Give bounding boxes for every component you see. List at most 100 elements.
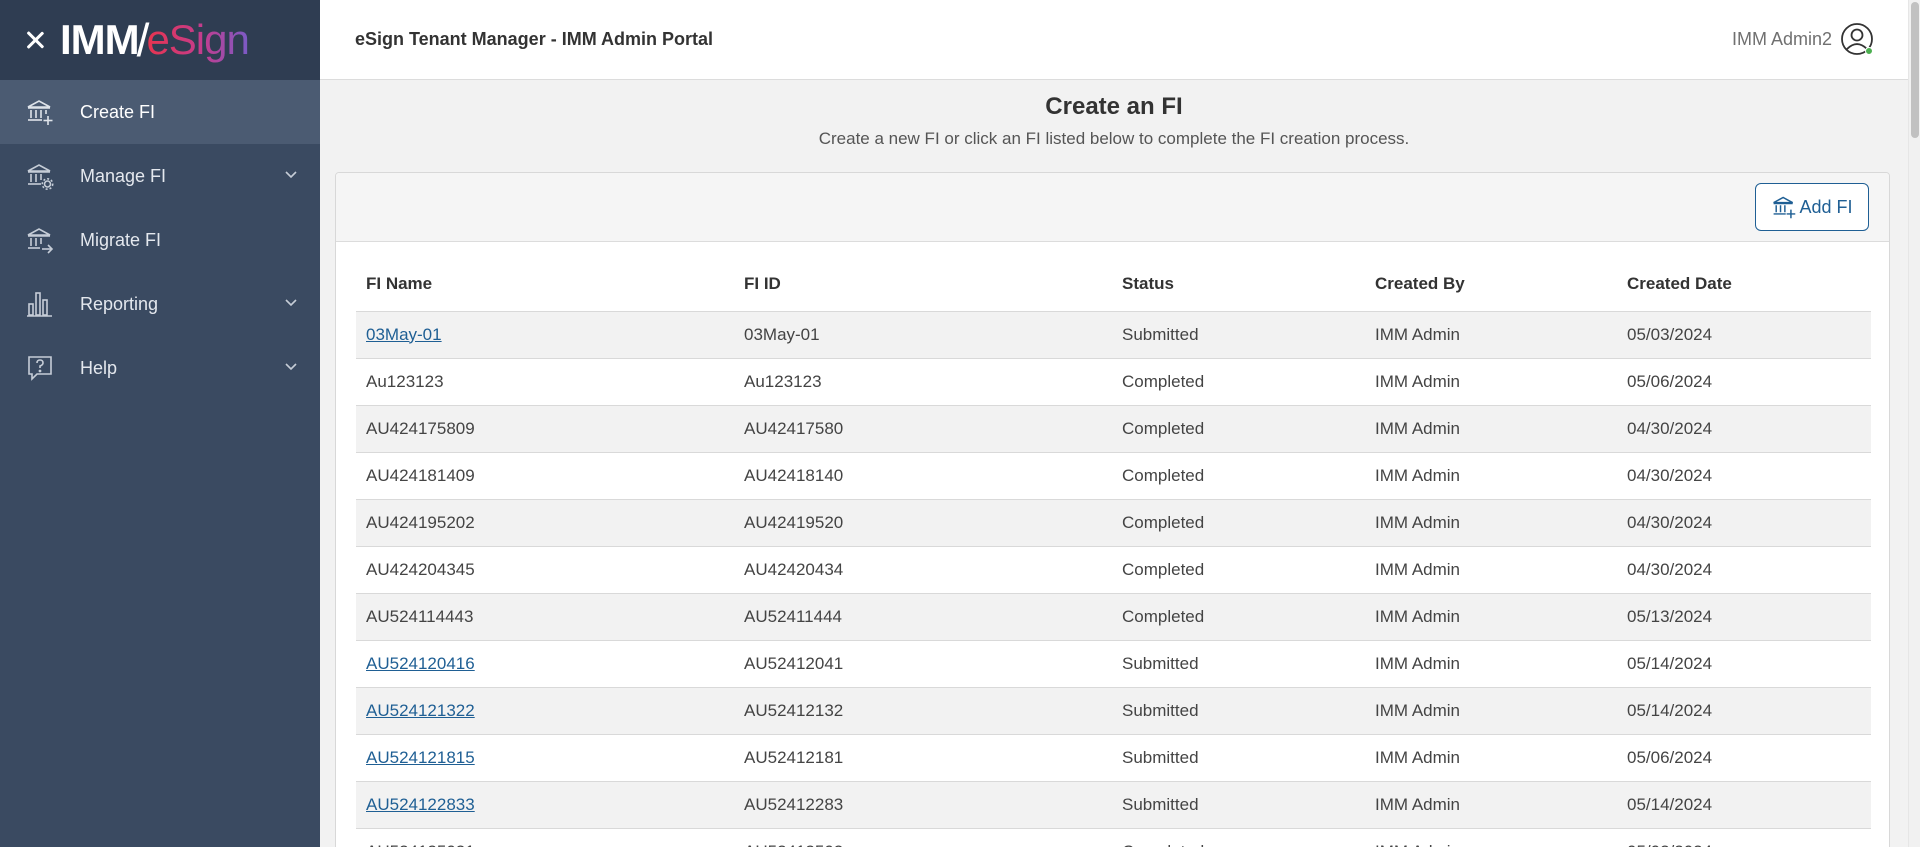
fi-name-cell: AU424195202	[356, 499, 734, 547]
column-header-created-date[interactable]: Created Date	[1617, 257, 1871, 312]
created-by-cell: IMM Admin	[1365, 593, 1617, 641]
created-date-cell: 05/06/2024	[1617, 358, 1871, 406]
sidebar-item-label: Reporting	[80, 293, 159, 314]
status-cell: Completed	[1112, 593, 1365, 641]
fi-name-cell: Au123123	[356, 358, 734, 406]
fi-id-cell: AU42417580	[734, 405, 1112, 453]
sidebar-item-label: Help	[80, 357, 118, 378]
chevron-down-icon	[285, 363, 297, 371]
created-by-cell: IMM Admin	[1365, 687, 1617, 735]
status-cell: Submitted	[1112, 687, 1365, 735]
status-cell: Completed	[1112, 358, 1365, 406]
bar-chart-icon	[24, 288, 56, 320]
sidebar-item-migrate-fi[interactable]: Migrate FI	[0, 208, 320, 272]
column-header-created-by[interactable]: Created By	[1365, 257, 1617, 312]
fi-id-cell: AU42418140	[734, 452, 1112, 500]
created-date-cell: 04/30/2024	[1617, 546, 1871, 594]
user-avatar-icon	[1840, 22, 1874, 56]
fi-list-card: Add FI FI Name FI ID Status Created By C…	[335, 172, 1890, 847]
table-row: AU524125021AU52412502CompletedIMM Admin0…	[356, 828, 1871, 847]
status-cell: Completed	[1112, 828, 1365, 847]
status-cell: Submitted	[1112, 734, 1365, 782]
fi-id-cell: AU52412283	[734, 781, 1112, 829]
created-by-cell: IMM Admin	[1365, 358, 1617, 406]
created-by-cell: IMM Admin	[1365, 311, 1617, 359]
online-status-dot	[1865, 47, 1873, 55]
status-cell: Submitted	[1112, 311, 1365, 359]
status-cell: Completed	[1112, 546, 1365, 594]
fi-name-cell: AU524114443	[356, 593, 734, 641]
created-by-cell: IMM Admin	[1365, 546, 1617, 594]
column-header-fi-name[interactable]: FI Name	[356, 257, 734, 312]
fi-name-cell: AU524122833	[356, 781, 734, 829]
column-header-fi-id[interactable]: FI ID	[734, 257, 1112, 312]
sidebar-item-create-fi[interactable]: Create FI	[0, 80, 320, 144]
scrollbar-thumb[interactable]	[1911, 2, 1919, 138]
column-header-status[interactable]: Status	[1112, 257, 1365, 312]
created-date-cell: 05/06/2024	[1617, 734, 1871, 782]
chevron-down-icon	[285, 171, 297, 179]
created-by-cell: IMM Admin	[1365, 734, 1617, 782]
top-header: eSign Tenant Manager - IMM Admin Portal …	[320, 0, 1908, 80]
fi-id-cell: AU52412041	[734, 640, 1112, 688]
fi-name-link[interactable]: 03May-01	[366, 325, 442, 344]
add-fi-label: Add FI	[1799, 196, 1853, 217]
status-cell: Submitted	[1112, 640, 1365, 688]
bank-gear-icon	[24, 160, 56, 192]
sidebar-header: IMM / eSign	[0, 0, 320, 80]
table-row: AU524114443 AU52411444 Completed IMM Admin 0…	[356, 593, 1871, 641]
sidebar-item-reporting[interactable]: Reporting	[0, 272, 320, 336]
table-row: AU524122833 AU52412283 Submitted IMM Admin 0…	[356, 781, 1871, 829]
fi-name-link[interactable]: AU524121815	[366, 748, 475, 767]
bank-arrow-icon	[24, 224, 56, 256]
table-row: Au123123 Au123123 Completed IMM Admin 05/06/…	[356, 358, 1871, 406]
table-row: AU424195202 AU42419520 Completed IMM Admin 0…	[356, 499, 1871, 547]
fi-name-cell: AU524121815	[356, 734, 734, 782]
fi-name-cell: AU424175809	[356, 405, 734, 453]
created-by-cell: IMM Admin	[1365, 781, 1617, 829]
created-by-cell: IMM Admin	[1365, 828, 1617, 847]
fi-id-cell: AU52412502	[734, 828, 1112, 847]
chevron-down-icon	[285, 299, 297, 307]
close-icon[interactable]	[24, 29, 46, 51]
sidebar-item-manage-fi[interactable]: Manage FI	[0, 144, 320, 208]
table-row: 03May-01 03May-01 Submitted IMM Admin 05/03/…	[356, 311, 1871, 359]
fi-name-cell: AU424204345	[356, 546, 734, 594]
created-date-cell: 04/30/2024	[1617, 452, 1871, 500]
created-date-cell: 05/13/2024	[1617, 593, 1871, 641]
app-logo: IMM / eSign	[60, 14, 250, 66]
add-fi-button[interactable]: Add FI	[1755, 183, 1869, 231]
created-by-cell: IMM Admin	[1365, 405, 1617, 453]
fi-name-link[interactable]: AU524121322	[366, 701, 475, 720]
sidebar-item-label: Create FI	[80, 101, 156, 122]
table-row: AU524120416 AU52412041 Submitted IMM Admin 0…	[356, 640, 1871, 688]
fi-name-link[interactable]: AU524120416	[366, 654, 475, 673]
fi-name-link[interactable]: AU524122833	[366, 795, 475, 814]
card-toolbar: Add FI	[336, 173, 1889, 242]
fi-name-cell: AU524121322	[356, 687, 734, 735]
status-cell: Completed	[1112, 452, 1365, 500]
page-subtitle: Create a new FI or click an FI listed be…	[818, 129, 1410, 148]
sidebar: IMM / eSign Create FI Manage FI Migrate …	[0, 0, 320, 847]
created-date-cell: 05/14/2024	[1617, 781, 1871, 829]
sidebar-item-help[interactable]: Help	[0, 336, 320, 400]
table-row: AU524121322 AU52412132 Submitted IMM Admin 0…	[356, 687, 1871, 735]
status-cell: Completed	[1112, 499, 1365, 547]
created-date-cell: 05/14/2024	[1617, 687, 1871, 735]
fi-id-cell: Au123123	[734, 358, 1112, 406]
page-scrollbar[interactable]	[1908, 0, 1920, 847]
status-cell: Completed	[1112, 405, 1365, 453]
fi-name-cell: AU524125021	[356, 828, 734, 847]
status-cell: Submitted	[1112, 781, 1365, 829]
user-menu[interactable]: IMM Admin2	[1732, 22, 1874, 56]
created-by-cell: IMM Admin	[1365, 499, 1617, 547]
fi-name-cell: AU524120416	[356, 640, 734, 688]
fi-name-cell: AU424181409	[356, 452, 734, 500]
fi-id-cell: AU52412132	[734, 687, 1112, 735]
created-date-cell: 05/14/2024	[1617, 640, 1871, 688]
sidebar-item-label: Manage FI	[80, 165, 167, 186]
fi-id-cell: AU42419520	[734, 499, 1112, 547]
table-body: 03May-01 03May-01 Submitted IMM Admin 05/03/…	[356, 311, 1871, 847]
created-date-cell: 04/30/2024	[1617, 499, 1871, 547]
created-date-cell: 05/03/2024	[1617, 311, 1871, 359]
